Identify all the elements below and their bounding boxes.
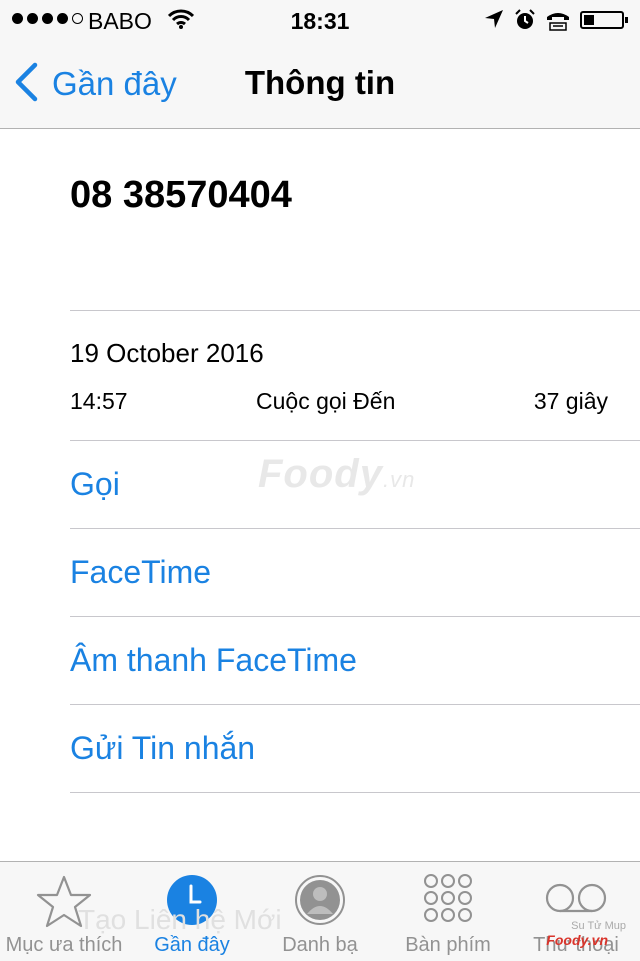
divider [70,792,640,793]
voicemail-icon [544,882,608,919]
tab-label: Bàn phím [405,934,491,956]
divider [70,310,640,311]
call-date: 19 October 2016 [70,338,264,368]
call-log-entry: 14:57 Cuộc gọi Đến 37 giây [70,388,608,418]
battery-icon [580,11,628,29]
tab-label: Danh bạ [282,934,358,956]
call-action[interactable]: Gọi [70,466,120,503]
tab-keypad[interactable]: Bàn phím [384,862,512,961]
location-arrow-icon [484,9,504,34]
divider [70,704,640,705]
call-time: 14:57 [70,388,128,414]
divider [70,440,640,441]
phone-number: 08 38570404 [70,174,292,216]
status-time: 18:31 [290,8,350,34]
divider [70,528,640,529]
send-message-action[interactable]: Gửi Tin nhắn [70,730,255,767]
facetime-action[interactable]: FaceTime [70,554,211,591]
status-bar: BABO 18:31 [0,0,640,40]
call-duration: 37 giây [533,388,608,414]
credit-text: Su Tử Mup [571,920,626,932]
contact-icon [294,874,346,931]
facetime-audio-action[interactable]: Âm thanh FaceTime [70,642,357,679]
page-title: Thông tin [244,64,396,101]
credit-logo: Foody.vn [546,932,608,948]
foody-watermark: Foody.vn [258,452,416,496]
tab-label: Mục ưa thích [5,934,123,956]
tab-label: Gần đây [154,934,230,956]
keypad-icon [422,874,474,931]
alarm-icon [514,9,536,36]
call-type: Cuộc gọi Đến [256,388,396,414]
navigation-bar: Gần đây Thông tin [0,40,640,128]
ghost-text: Tạo Liên hệ Mới [78,904,282,935]
top-bar: BABO 18:31 Gần đây Thông tin [0,0,640,129]
divider [70,616,640,617]
tty-icon [545,9,571,36]
